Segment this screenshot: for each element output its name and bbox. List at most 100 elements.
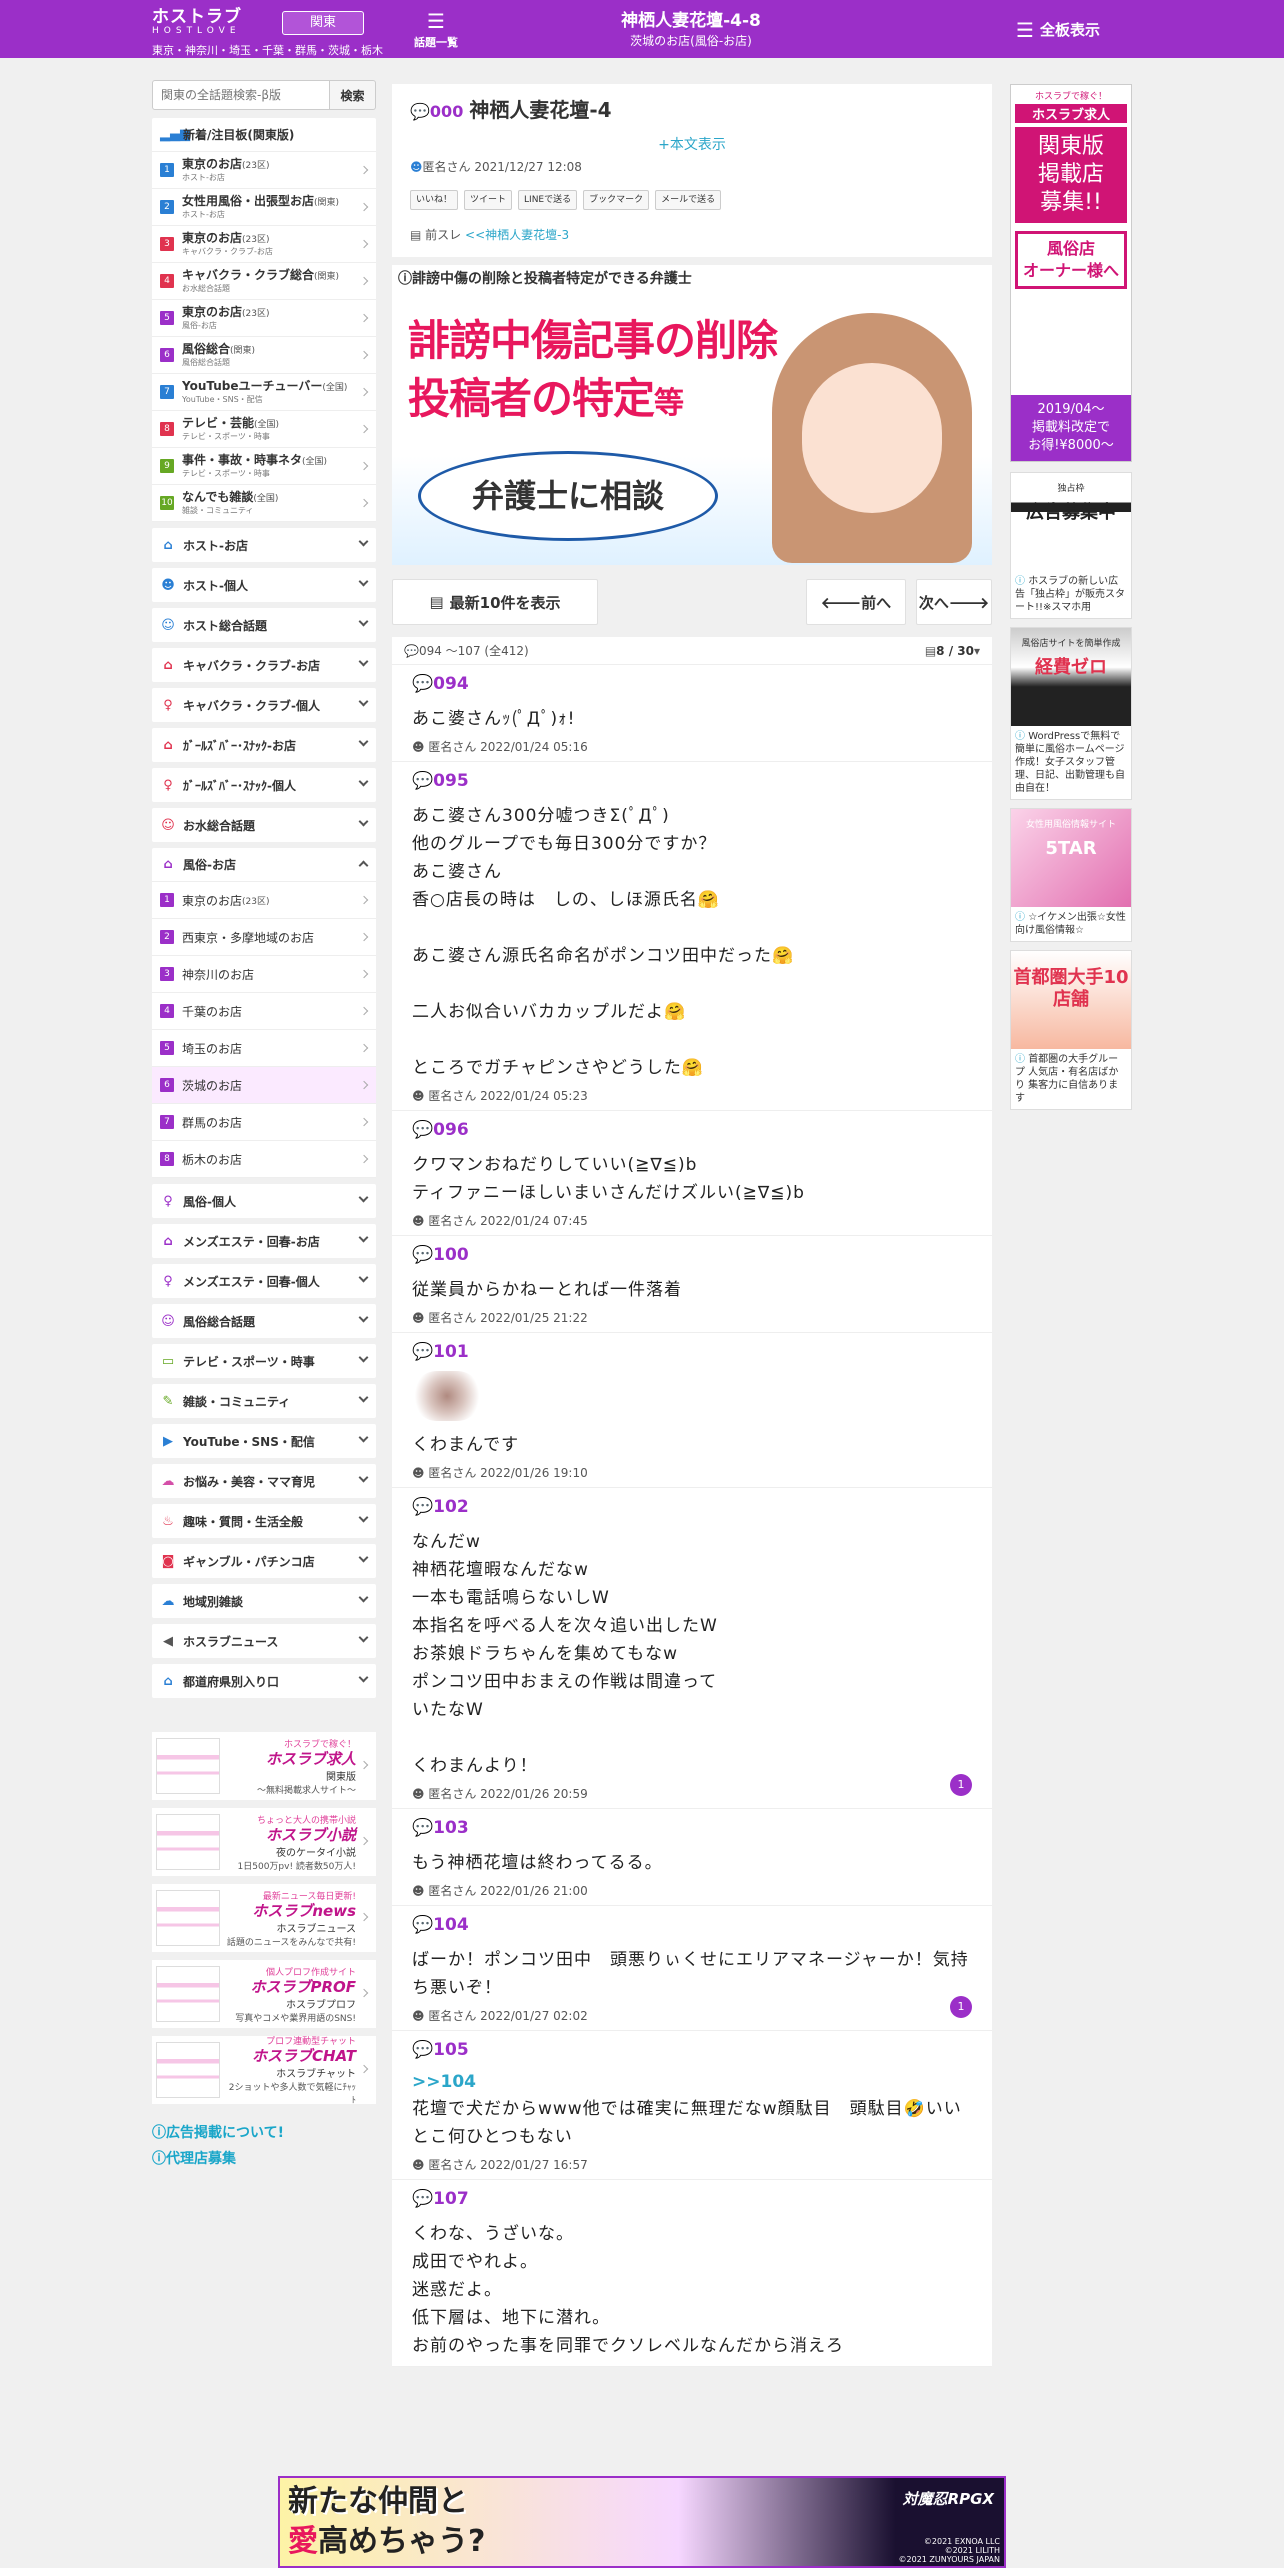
post-number[interactable]: 💬094 [412, 673, 972, 695]
twitter-tweet-button[interactable]: ツイート [464, 190, 513, 210]
search-input[interactable] [152, 80, 330, 110]
category-header[interactable]: ♀ キャバクラ・クラブ-個人 [152, 688, 376, 722]
lawyer-banner[interactable]: 誹謗中傷記事の削除 投稿者の特定等 弁護士に相談 [392, 293, 992, 565]
promo-banner[interactable]: ホスラブで稼ぐ！ ホスラブ求人 関東版 〜無料掲載求人サイト〜 [152, 1732, 376, 1800]
fuzoku-shop-header[interactable]: ⌂ 風俗-お店 [152, 848, 376, 882]
line-send-button[interactable]: LINEで送る [518, 190, 578, 210]
topics-list-button[interactable]: ☰ 話題一覧 [408, 8, 464, 50]
new-board-item[interactable]: 8 テレビ・芸能(全国) テレビ・スポーツ・時事 [152, 411, 376, 448]
new-board-item[interactable]: 4 キャバクラ・クラブ総合(関東) お水総合話題 [152, 263, 376, 300]
category-header[interactable]: ⌂ キャバクラ・クラブ-お店 [152, 648, 376, 682]
category-header[interactable]: ☁ 地域別雑談 [152, 1584, 376, 1618]
fuzoku-shop-item[interactable]: 1 東京のお店 (23区) [152, 882, 376, 919]
reply-count-badge[interactable]: 1 [950, 1774, 972, 1796]
facebook-like-button[interactable]: いいね！ [410, 190, 459, 210]
previous-thread-link[interactable]: <<神栖人妻花壇-3 [465, 228, 569, 242]
category-header[interactable]: ♨ 趣味・質問・生活全般 [152, 1504, 376, 1538]
header-subtitle: 茨城のお店(風俗-お店) [630, 34, 752, 48]
category-header[interactable]: ♀ ｶﾞｰﾙｽﾞﾊﾞｰ･ｽﾅｯｸ-個人 [152, 768, 376, 802]
fuzoku-shop-item[interactable]: 6 茨城のお店 [152, 1067, 376, 1104]
category-header[interactable]: ◙ ギャンブル・パチンコ店 [152, 1544, 376, 1578]
promo-banner[interactable]: 最新ニュース毎日更新! ホスラブnews ホスラブニュース 話題のニュースをみんなで共… [152, 1884, 376, 1952]
category-header[interactable]: ⌂ 都道府県別入り口 [152, 1664, 376, 1698]
site-logo[interactable]: ホストラブ HOSTLOVE [152, 8, 274, 37]
post-number[interactable]: 💬107 [412, 2188, 972, 2210]
category-header[interactable]: ☺ ホスト総合話題 [152, 608, 376, 642]
right-ad-banner[interactable]: 女性用風俗情報サイト 5TAR ⓘ ☆イケメン出張☆女性向け風俗情報☆ [1010, 808, 1132, 942]
fuzoku-shop-item[interactable]: 4 千葉のお店 [152, 993, 376, 1030]
category-header[interactable]: ◀ ホスラブニュース [152, 1624, 376, 1658]
category-header[interactable]: ⌂ ホスト-お店 [152, 528, 376, 562]
promo-banner[interactable]: ちょっと大人の携帯小説 ホスラブ小説 夜のケータイ小説 1日500万pv! 読者数50… [152, 1808, 376, 1876]
right-ad-banner[interactable]: 独占枠 広告募集中 ⓘ ホスラブの新しい広告「独占枠」が販売スタート!!※スマホ用 [1010, 472, 1132, 619]
new-boards-title: 新着/注目板(関東版) [183, 128, 295, 142]
latest-10-button[interactable]: ▤ 最新10件を表示 [392, 579, 598, 625]
new-board-item[interactable]: 3 東京のお店(23区) キャバクラ・クラブ-お店 [152, 226, 376, 263]
post-number[interactable]: 💬105 [412, 2039, 972, 2061]
promo-p1: プロフ連動型チャット [266, 2037, 356, 2047]
category-header[interactable]: ⌂ ｶﾞｰﾙｽﾞﾊﾞｰ･ｽﾅｯｸ-お店 [152, 728, 376, 762]
post-number[interactable]: 💬103 [412, 1817, 972, 1839]
reply-anchor-link[interactable]: >>104 [412, 2071, 972, 2093]
thread-number: 💬000 [410, 102, 464, 121]
category-header[interactable]: ☻ ホスト-個人 [152, 568, 376, 602]
category-header[interactable]: ☁ お悩み・美容・ママ育児 [152, 1464, 376, 1498]
search-box: 検索 [152, 80, 376, 110]
new-board-item[interactable]: 2 女性用風俗・出張型お店(関東) ホスト-お店 [152, 189, 376, 226]
category-header[interactable]: ☺ 風俗総合話題 [152, 1304, 376, 1338]
post-number[interactable]: 💬095 [412, 770, 972, 792]
post-author: 匿名さん [428, 2158, 477, 2172]
next-page-button[interactable]: 次へ 🡒 [916, 579, 992, 625]
category-header[interactable]: ✎ 雑談・コミュニティ [152, 1384, 376, 1418]
promo-banner[interactable]: プロフ連動型チャット ホスラブCHAT ホスラブチャット 2ショットや多人数で気軽にﾁ… [152, 2036, 376, 2106]
promo-p3: 夜のケータイ小説 [276, 1847, 356, 1859]
reply-count-badge[interactable]: 1 [950, 1996, 972, 2018]
show-body-link[interactable]: +本文表示 [410, 134, 974, 154]
fuzoku-shop-label: 千葉のお店 [182, 1004, 243, 1019]
category-header[interactable]: ♀ 風俗-個人 [152, 1184, 376, 1218]
page-selector[interactable]: ▤8 / 30▾ [925, 644, 980, 658]
agency-link[interactable]: ⓘ代理店募集 [152, 2148, 376, 2170]
category-panel: ▭ テレビ・スポーツ・時事 [152, 1344, 376, 1378]
category-header[interactable]: ▶ YouTube・SNS・配信 [152, 1424, 376, 1458]
category-header[interactable]: ☺ お水総合話題 [152, 808, 376, 842]
ad-info-link[interactable]: ⓘ広告掲載について! [152, 2122, 376, 2144]
post-number[interactable]: 💬100 [412, 1244, 972, 1266]
promo-banner[interactable]: 個人プロフ作成サイト ホスラブPROF ホスラブプロフ 写真やコメや業界用語のSNS! [152, 1960, 376, 2028]
bottom-banner-ad[interactable]: 新たな仲間と 愛高めちゃう? 対魔忍RPGX ©2021 EXNOA LLC ©… [278, 2476, 1006, 2568]
right-ad-banner[interactable]: 風俗店サイトを簡単作成 経費ゼロ ⓘ WordPressで無料で簡単に風俗ホームペー… [1010, 627, 1132, 800]
post-image[interactable] [412, 1371, 482, 1421]
rank-badge: 5 [160, 311, 174, 325]
promo-p1: 最新ニュース毎日更新! [262, 1891, 356, 1902]
fuzoku-shop-item[interactable]: 3 神奈川のお店 [152, 956, 376, 993]
new-board-item[interactable]: 5 東京のお店(23区) 風俗-お店 [152, 300, 376, 337]
recruit-ad[interactable]: ホスラブで稼ぐ！ ホスラブ求人 関東版 掲載店 募集!! 風俗店 オーナー様へ … [1010, 84, 1132, 462]
category-header[interactable]: ⌂ メンズエステ・回春-お店 [152, 1224, 376, 1258]
mail-send-button[interactable]: メールで送る [655, 190, 722, 210]
new-board-item[interactable]: 9 事件・事故・時事ネタ(全国) テレビ・スポーツ・時事 [152, 448, 376, 485]
search-button[interactable]: 検索 [330, 80, 376, 110]
all-boards-button[interactable]: ☰ 全板表示 [1016, 18, 1100, 42]
bookmark-button[interactable]: ブックマーク [583, 190, 650, 210]
right-ad-banner[interactable]: 首都圏大手10店舗 ⓘ 首都圏の大手グループ 人気店・有名店ばかり 集客力に自信あ… [1010, 950, 1132, 1110]
post-author: 匿名さん [428, 740, 477, 754]
new-board-item[interactable]: 6 風俗総合(関東) 風俗総合話題 [152, 337, 376, 374]
prev-page-button[interactable]: 🡐 前へ [806, 579, 906, 625]
fuzoku-shop-item[interactable]: 8 栃木のお店 [152, 1141, 376, 1178]
post-number[interactable]: 💬104 [412, 1914, 972, 1936]
fuzoku-shop-item[interactable]: 5 埼玉のお店 [152, 1030, 376, 1067]
region-button[interactable]: 関東 [282, 11, 364, 35]
new-board-item[interactable]: 1 東京のお店(23区) ホスト-お店 [152, 152, 376, 189]
next-page-label: 次へ [918, 593, 949, 612]
category-header[interactable]: ♀ メンズエステ・回春-個人 [152, 1264, 376, 1298]
fuzoku-shop-item[interactable]: 2 西東京・多摩地域のお店 [152, 919, 376, 956]
post-number[interactable]: 💬101 [412, 1341, 972, 1363]
new-board-item[interactable]: 10 なんでも雑談(全国) 雑談・コミュニティ [152, 485, 376, 522]
category-label: お水総合話題 [183, 818, 256, 833]
category-header[interactable]: ▭ テレビ・スポーツ・時事 [152, 1344, 376, 1378]
post-number[interactable]: 💬102 [412, 1496, 972, 1518]
post-item: 💬100 従業員からかねーとれば一件落着 ☻ 匿名さん 2022/01/25 21:… [392, 1236, 992, 1333]
fuzoku-shop-item[interactable]: 7 群馬のお店 [152, 1104, 376, 1141]
new-board-item[interactable]: 7 YouTubeユーチューバー(全国) YouTube・SNS・配信 [152, 374, 376, 411]
post-number[interactable]: 💬096 [412, 1119, 972, 1141]
